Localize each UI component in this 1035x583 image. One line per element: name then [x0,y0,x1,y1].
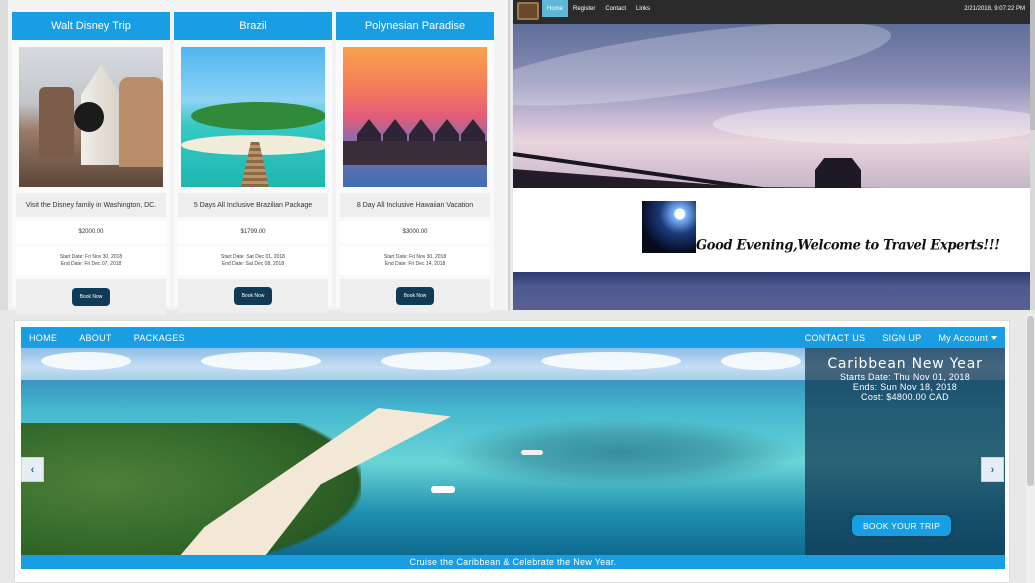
trip-start-date: Starts Date: Thu Nov 01, 2018 [839,372,971,382]
trip-cost: Cost: $4800.00 CAD [861,392,949,402]
welcome-section: Good Evening,Welcome to Travel Experts!!… [513,188,1030,272]
package-image [181,47,325,187]
page-scrollbar[interactable] [1026,314,1035,583]
packages-panel: Walt Disney Trip Visit the Disney family… [0,0,510,315]
my-account-label: My Account [938,332,988,343]
package-price: $1799.00 [178,221,328,243]
trip-info-overlay: Caribbean New Year Starts Date: Thu Nov … [805,348,1005,555]
navbar-left: HOME ABOUT PACKAGES [29,327,207,348]
nav-register[interactable]: Register [568,0,600,17]
book-row: Book Now [340,279,490,313]
panel-edge [0,0,8,310]
nav-my-account[interactable]: My Account [938,333,997,343]
package-description: 5 Days All Inclusive Brazilian Package [178,193,328,217]
package-end-date: End Date: Sat Dec 08, 2018 [221,261,285,267]
nav-contact[interactable]: Contact [600,0,631,17]
package-start-date: Start Date: Fri Nov 30, 2018 [383,254,447,260]
book-row: Book Now [178,279,328,313]
screenshot: Walt Disney Trip Visit the Disney family… [0,0,1035,583]
package-start-date: Start Date: Fri Nov 30, 2018 [59,254,123,260]
suitcase-logo-icon[interactable] [517,2,539,20]
nav-sign-up[interactable]: SIGN UP [882,333,921,343]
book-now-button[interactable]: Book Now [233,287,273,305]
package-end-date: End Date: Fri Dec 07, 2018 [60,261,122,267]
clock: 2/21/2018, 9:07:22 PM [964,6,1025,12]
nav-packages[interactable]: PACKAGES [134,333,185,343]
nav-home[interactable]: HOME [29,333,57,343]
welcome-message: Good Evening,Welcome to Travel Experts!!… [696,237,1000,254]
night-sky-image [642,201,696,253]
chevron-left-icon: ‹ [30,463,35,476]
package-end-date: End Date: Fri Dec 14, 2018 [384,261,446,267]
scrollbar-thumb[interactable] [1027,316,1034,486]
caribbean-site-panel: HOME ABOUT PACKAGES CONTACT US SIGN UP M… [14,320,1010,583]
package-image [343,47,487,187]
package-title: Brazil [174,12,332,40]
boat [431,486,455,493]
package-dates: Start Date: Fri Nov 30, 2018 End Date: F… [16,247,166,275]
book-now-button[interactable]: Book Now [395,287,435,305]
top-nav: Home Register Contact Links [542,0,655,17]
carousel-slide: Caribbean New Year Starts Date: Thu Nov … [21,348,1005,555]
package-title: Walt Disney Trip [12,12,170,40]
package-description: 8 Day All Inclusive Hawaiian Vacation [340,193,490,217]
hero-image [513,24,1030,188]
book-row: Book Now [16,279,166,315]
nav-contact-us[interactable]: CONTACT US [805,333,866,343]
package-card: Polynesian Paradise 8 Day All Inclusive … [336,12,494,313]
slide-caption: Cruise the Caribbean & Celebrate the New… [21,555,1005,569]
nav-home[interactable]: Home [542,0,569,17]
package-card: Brazil 5 Days All Inclusive Brazilian Pa… [174,12,332,313]
carousel-next-button[interactable]: › [981,457,1004,482]
caret-down-icon [991,336,997,341]
boat [521,450,543,455]
package-dates: Start Date: Sat Dec 01, 2018 End Date: S… [178,247,328,275]
nav-links[interactable]: Links [631,0,655,17]
chevron-right-icon: › [990,463,995,476]
book-your-trip-button[interactable]: BOOK YOUR TRIP [852,515,951,536]
hero-strip-image [513,272,1030,310]
trip-end-date: Ends: Sun Nov 18, 2018 [852,382,958,392]
package-start-date: Start Date: Sat Dec 01, 2018 [221,254,285,260]
trip-title: Caribbean New Year [827,356,983,372]
scrollbar[interactable] [1030,0,1035,310]
top-nav-bar: Home Register Contact Links 2/21/2018, 9… [513,0,1033,24]
carousel-prev-button[interactable]: ‹ [21,457,44,482]
nav-about[interactable]: ABOUT [79,333,112,343]
package-title: Polynesian Paradise [336,12,494,40]
package-price: $3000.00 [340,221,490,243]
package-image [19,47,163,187]
book-now-button[interactable]: Book Now [71,288,111,306]
package-card: Walt Disney Trip Visit the Disney family… [12,12,170,315]
package-price: $2000.00 [16,221,166,243]
package-dates: Start Date: Fri Nov 30, 2018 End Date: F… [340,247,490,275]
navbar-right: CONTACT US SIGN UP My Account [788,327,997,348]
main-navbar: HOME ABOUT PACKAGES CONTACT US SIGN UP M… [21,327,1005,348]
package-description: Visit the Disney family in Washington, D… [16,193,166,217]
travel-experts-panel: Home Register Contact Links 2/21/2018, 9… [513,0,1035,310]
